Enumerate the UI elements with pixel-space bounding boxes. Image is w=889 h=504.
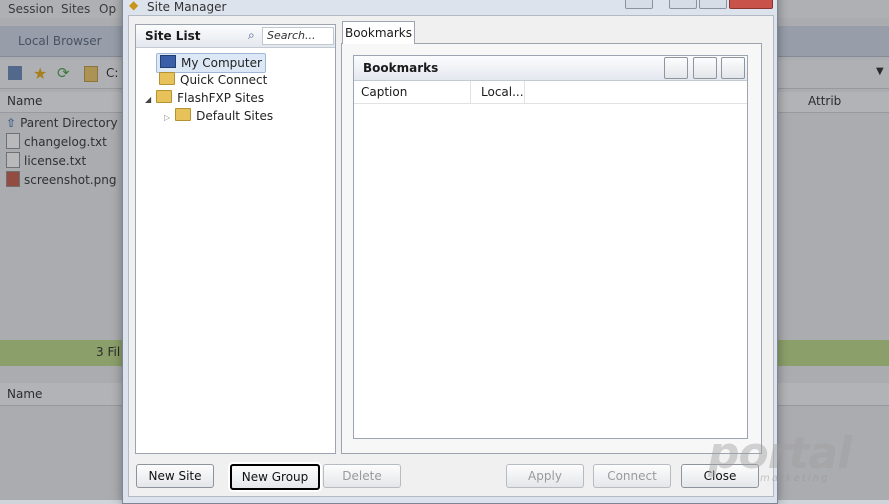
tree-item-flashfxp-sites[interactable]: ◢ FlashFXP Sites — [145, 89, 264, 107]
tree-item-quick-connect[interactable]: Quick Connect — [159, 71, 267, 89]
tree-item-default-sites[interactable]: ▷ Default Sites — [164, 107, 273, 125]
bookmarks-header: Bookmarks — [354, 56, 747, 81]
maximize-button[interactable] — [699, 0, 727, 9]
collapse-arrow-icon[interactable]: ◢ — [145, 95, 151, 104]
expand-arrow-icon[interactable]: ▷ — [164, 113, 170, 122]
tree-item-label: My Computer — [181, 56, 262, 70]
site-list-title: Site List — [145, 29, 201, 43]
watermark-tagline: marketing — [760, 473, 830, 484]
minimize-button[interactable] — [669, 0, 697, 9]
dialog-body: Site List ⌕ Search... My Computer Quick … — [128, 15, 774, 497]
tab-page: Bookmarks Caption Local... — [341, 43, 762, 454]
computer-icon — [160, 55, 176, 68]
tree-item-my-computer[interactable]: My Computer — [156, 53, 266, 73]
site-manager-dialog: ◆ Site Manager Site List ⌕ Search... My … — [122, 0, 778, 504]
folder-icon — [159, 72, 175, 85]
bookmarks-title: Bookmarks — [363, 61, 439, 75]
close-window-button[interactable] — [729, 0, 773, 9]
add-bookmark-icon[interactable] — [664, 57, 688, 79]
search-input[interactable]: Search... — [262, 27, 334, 45]
tab-bookmarks[interactable]: Bookmarks — [342, 21, 415, 44]
column-divider — [470, 81, 471, 103]
folder-icon — [175, 108, 192, 121]
column-caption[interactable]: Caption — [361, 85, 407, 99]
edit-bookmark-icon[interactable] — [721, 57, 745, 79]
watermark-logo: portal — [708, 428, 852, 479]
delete-button[interactable]: Delete — [323, 464, 401, 488]
tree-item-label: Default Sites — [196, 109, 274, 123]
site-list-panel: Site List ⌕ Search... My Computer Quick … — [135, 24, 336, 454]
app-logo-icon: ◆ — [129, 0, 139, 12]
help-button[interactable] — [625, 0, 653, 9]
apply-button[interactable]: Apply — [506, 464, 584, 488]
bookmarks-columns: Caption Local... — [354, 81, 747, 104]
site-list-header: Site List ⌕ Search... — [136, 25, 335, 48]
tree-item-label: FlashFXP Sites — [177, 91, 265, 105]
connect-button[interactable]: Connect — [593, 464, 671, 488]
bookmarks-panel: Bookmarks Caption Local... — [353, 55, 748, 439]
folder-icon — [156, 90, 173, 103]
column-divider — [524, 81, 525, 103]
new-site-button[interactable]: New Site — [136, 464, 214, 488]
column-local[interactable]: Local... — [481, 85, 524, 99]
tree-item-label: Quick Connect — [180, 73, 268, 87]
new-group-button[interactable]: New Group — [230, 464, 320, 490]
delete-bookmark-icon[interactable] — [693, 57, 717, 79]
dialog-title: Site Manager — [147, 0, 227, 14]
search-icon: ⌕ — [248, 28, 255, 42]
